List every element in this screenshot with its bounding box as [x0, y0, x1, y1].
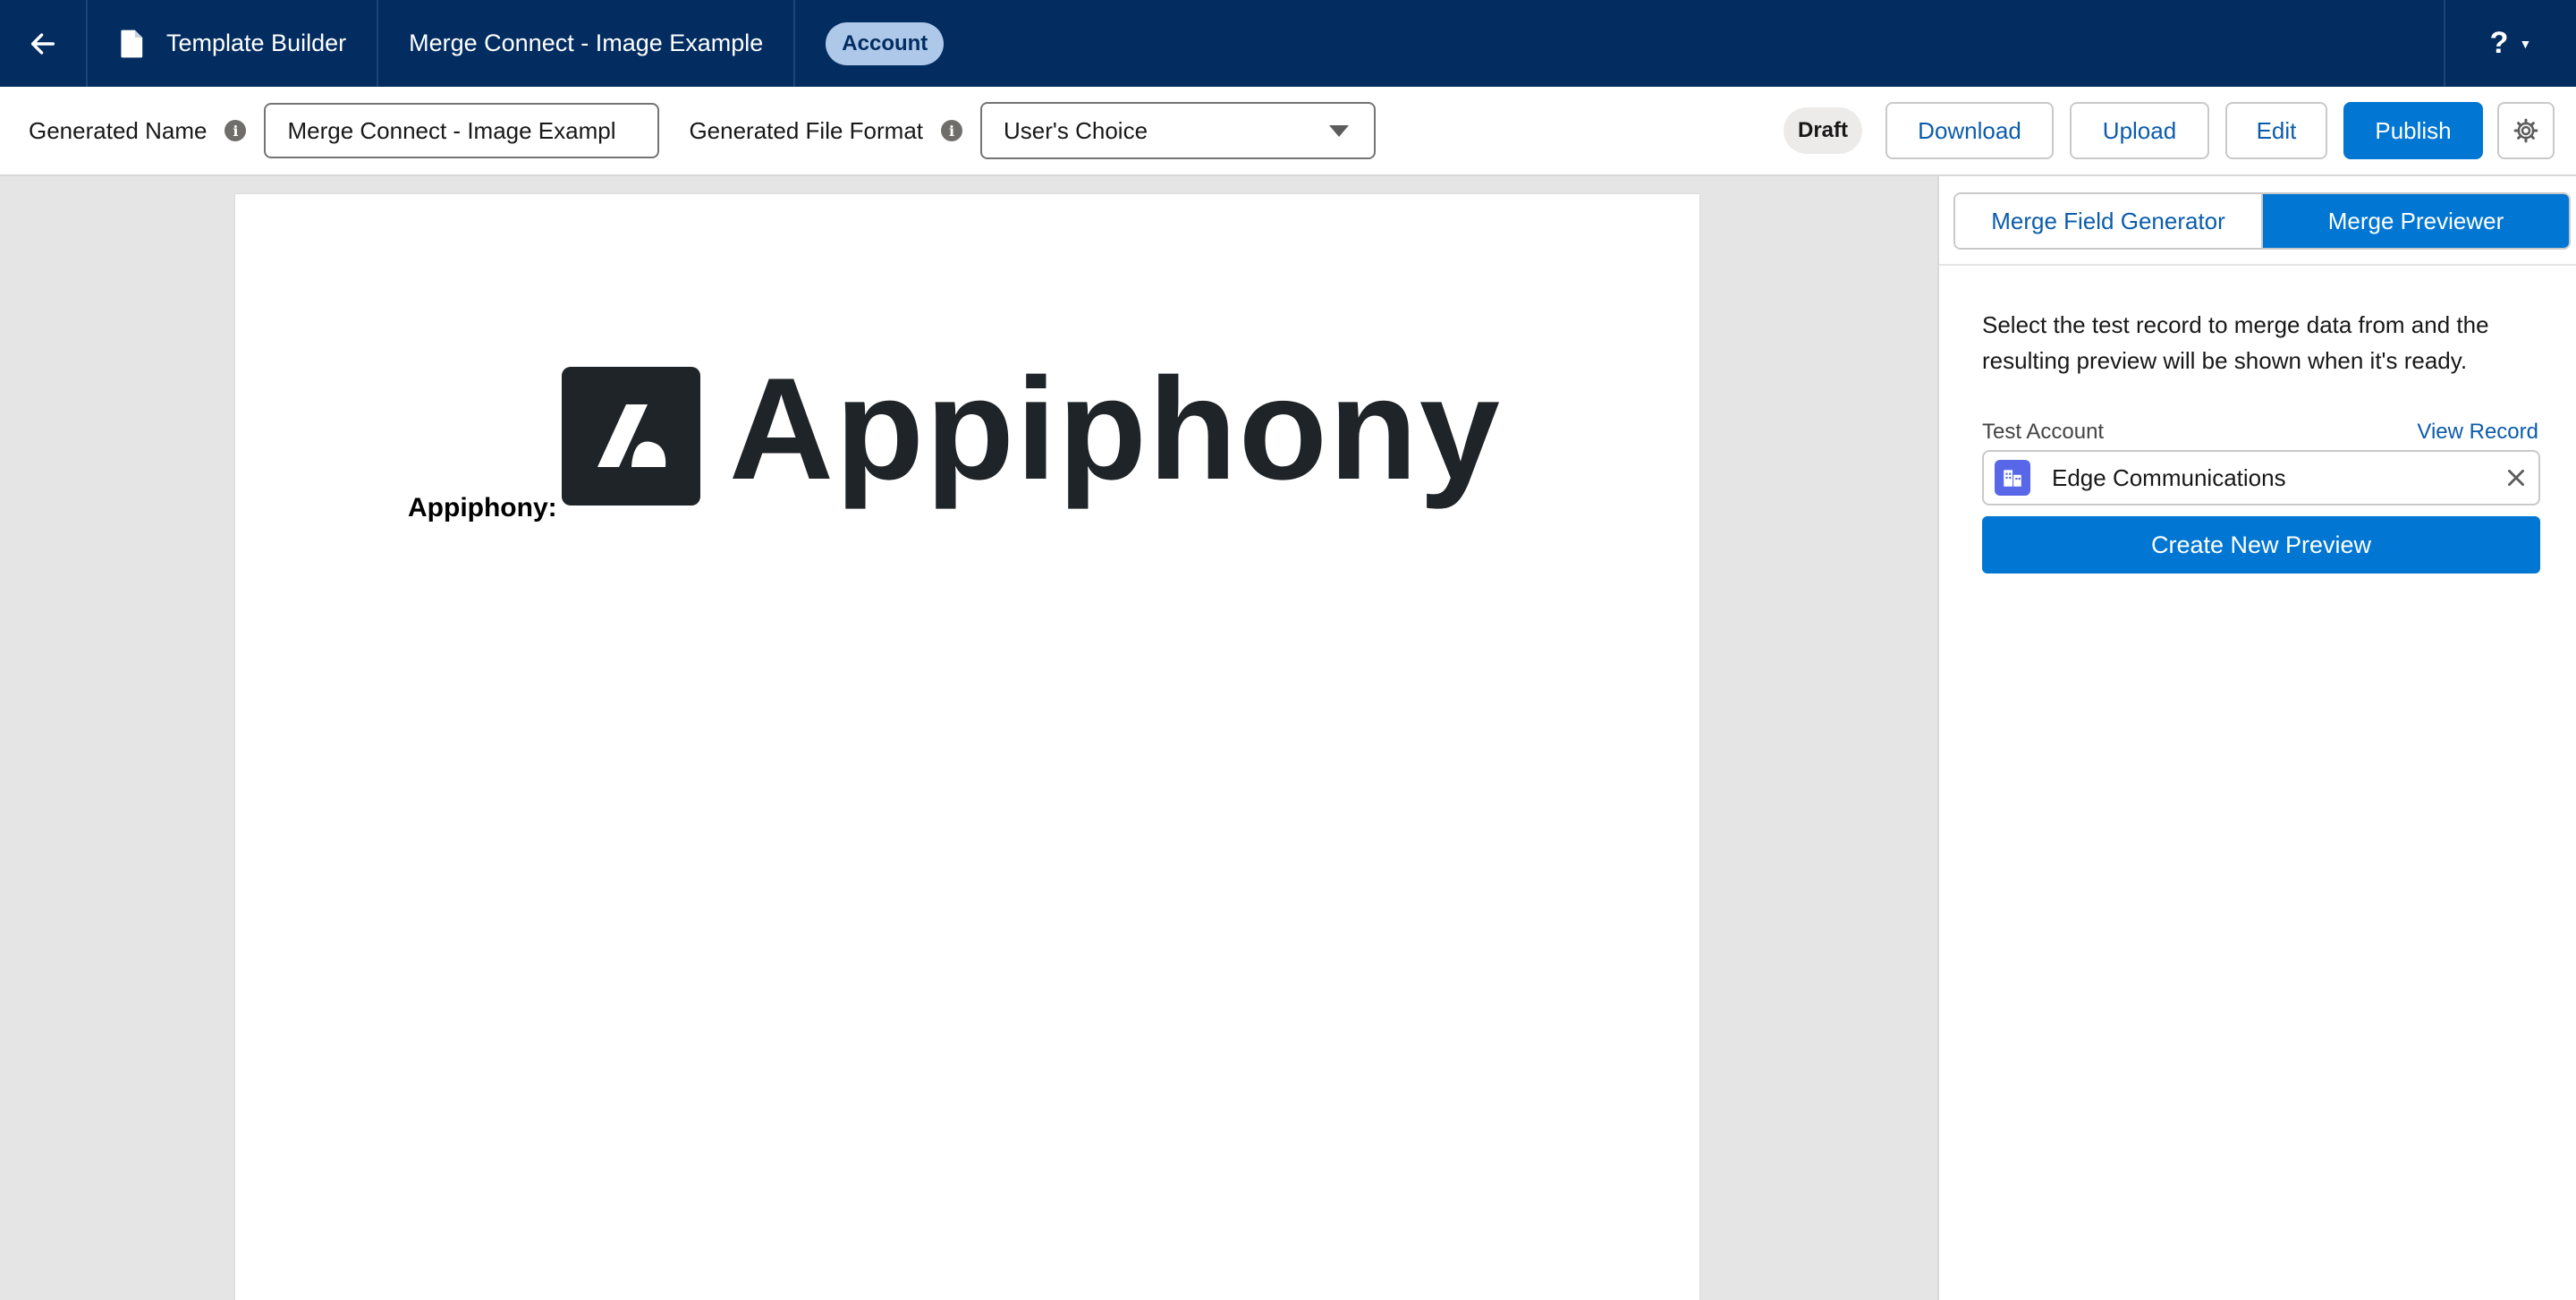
help-menu-button[interactable]: ? ▼	[2445, 0, 2576, 87]
panel-divider	[1939, 264, 2576, 266]
arrow-left-icon	[30, 32, 55, 55]
panel-tabs: Merge Field Generator Merge Previewer	[1953, 192, 2571, 250]
tab-merge-field-generator[interactable]: Merge Field Generator	[1955, 194, 2261, 248]
document-canvas: Appiphony: Appiphony	[0, 176, 1937, 1300]
merge-field-label: Appiphony:	[408, 493, 557, 523]
file-format-label: Generated File Format	[689, 116, 924, 144]
app-header: Template Builder Merge Connect - Image E…	[0, 0, 2576, 88]
chevron-down-icon	[1329, 124, 1350, 137]
publish-button[interactable]: Publish	[2343, 102, 2483, 159]
file-format-select[interactable]: User's Choice	[980, 102, 1377, 159]
generated-name-label: Generated Name	[29, 116, 208, 144]
view-record-link[interactable]: View Record	[2417, 420, 2538, 445]
test-account-label: Test Account	[1982, 420, 2105, 444]
selected-record: Edge Communications	[2052, 463, 2286, 491]
generated-name-input[interactable]	[264, 103, 660, 158]
info-icon[interactable]: i	[225, 120, 247, 141]
edit-button[interactable]: Edit	[2225, 102, 2327, 159]
status-badge: Draft	[1783, 107, 1862, 154]
create-new-preview-button[interactable]: Create New Preview	[1982, 516, 2540, 574]
template-builder-label: Template Builder	[166, 30, 347, 56]
template-title: Merge Connect - Image Example	[378, 0, 796, 87]
appiphony-logo-text: Appiphony	[729, 348, 1502, 510]
template-toolbar: Generated Name i Generated File Format i…	[0, 87, 2576, 176]
caret-down-icon: ▼	[2519, 36, 2532, 51]
template-title-text: Merge Connect - Image Example	[409, 30, 764, 56]
object-badge-container: Account	[795, 0, 945, 87]
settings-button[interactable]	[2497, 102, 2555, 159]
close-icon[interactable]	[2504, 466, 2528, 489]
document-page: Appiphony: Appiphony	[235, 194, 1699, 1300]
tab-merge-previewer[interactable]: Merge Previewer	[2261, 194, 2569, 248]
previewer-description: Select the test record to merge data fro…	[1982, 311, 2489, 374]
back-button[interactable]	[0, 0, 88, 87]
header-spacer	[944, 0, 2445, 87]
test-account-lookup[interactable]: Edge Communications	[1982, 450, 2540, 506]
info-icon[interactable]: i	[941, 120, 963, 141]
help-label: ?	[2489, 26, 2509, 60]
document-icon	[121, 30, 143, 57]
upload-button[interactable]: Upload	[2070, 102, 2209, 159]
download-button[interactable]: Download	[1885, 102, 2054, 159]
logo-glyph-icon	[597, 404, 666, 467]
object-badge: Account	[826, 21, 945, 65]
template-builder-nav[interactable]: Template Builder	[88, 0, 379, 87]
appiphony-logo-mark	[562, 367, 700, 506]
file-format-value: User's Choice	[1004, 116, 1148, 144]
gear-icon	[2513, 118, 2538, 143]
account-icon	[1995, 460, 2030, 496]
merge-panel: Merge Field Generator Merge Previewer Se…	[1937, 176, 2576, 1300]
